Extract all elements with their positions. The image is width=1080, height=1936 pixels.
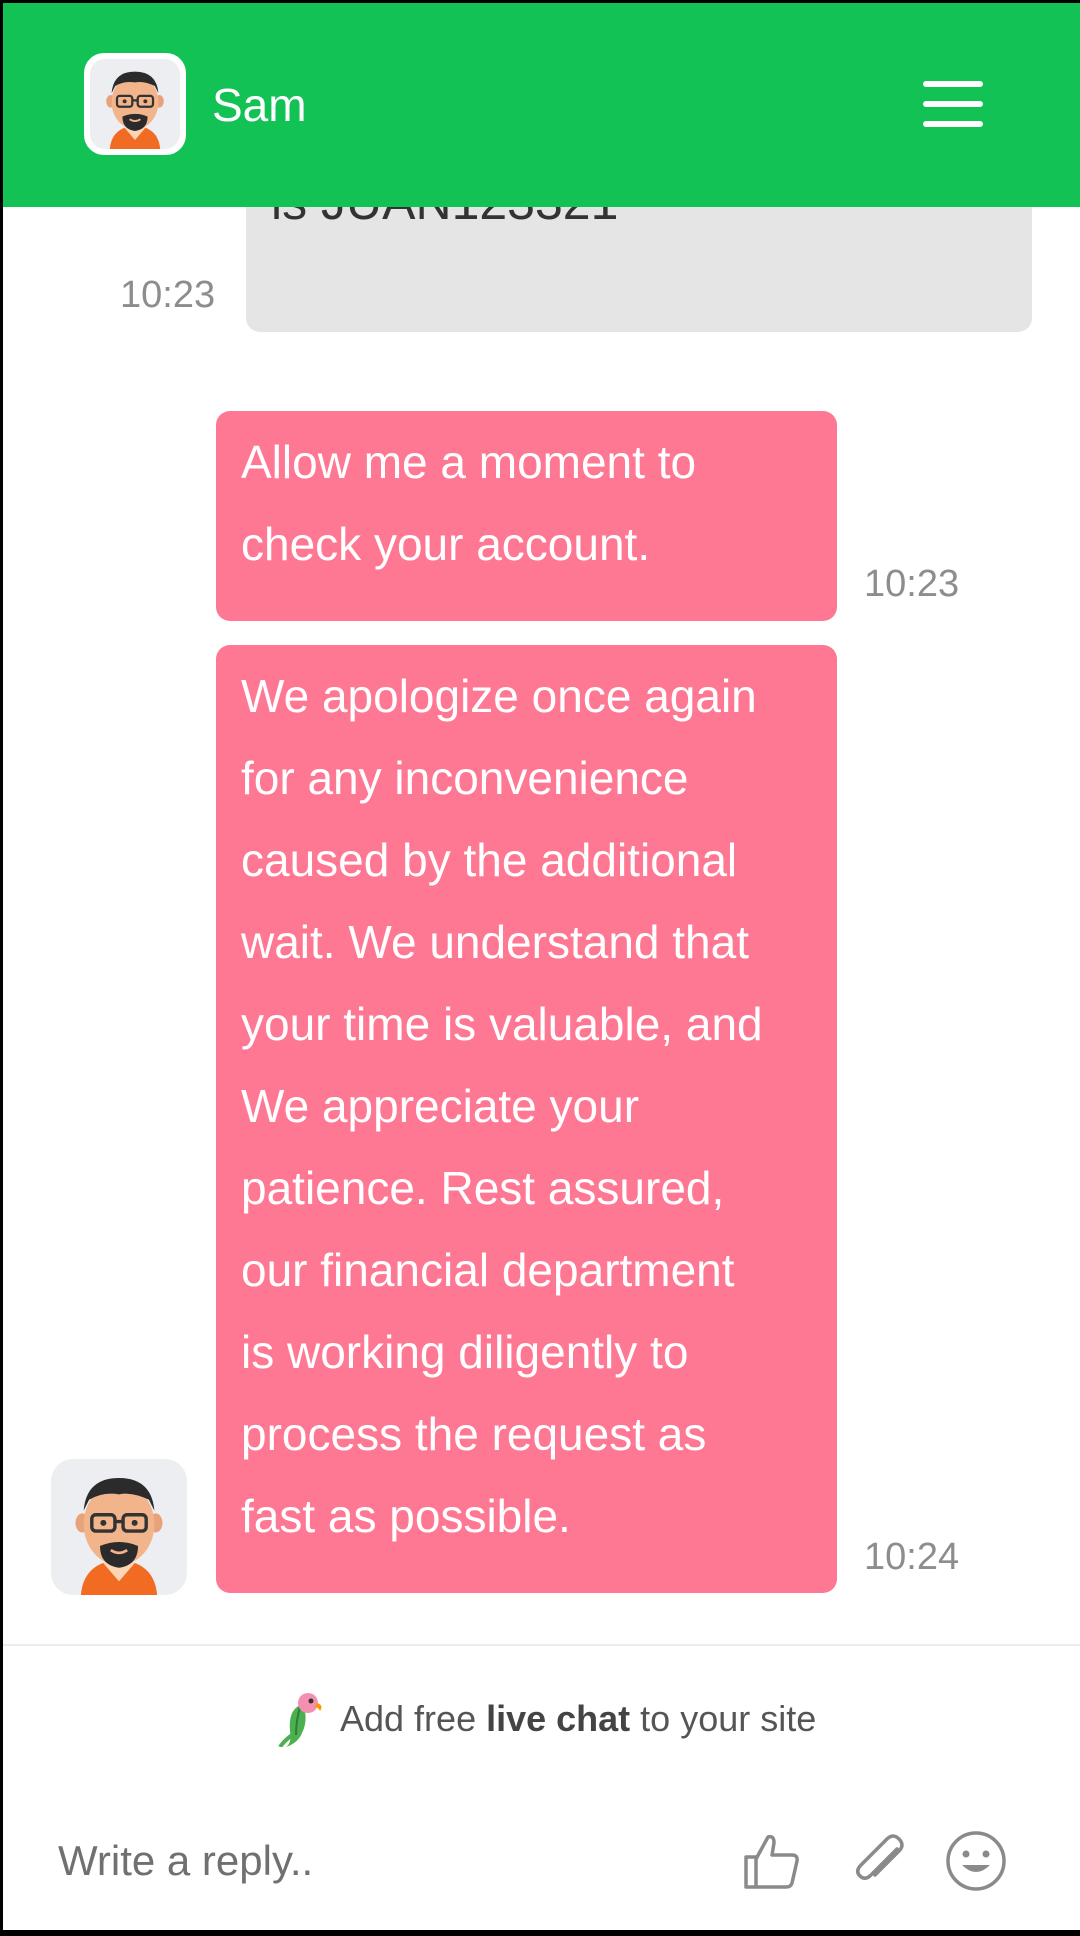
hamburger-menu-icon[interactable] [923, 81, 983, 127]
paperclip-icon[interactable] [847, 1829, 911, 1893]
emoji-icon[interactable] [944, 1829, 1008, 1893]
agent-avatar-icon [90, 59, 180, 149]
message-text: is JUAN123321 [271, 207, 618, 230]
agent-name: Sam [212, 79, 307, 131]
message-line: is working diligently to [241, 1326, 689, 1378]
message-line: our financial department [241, 1244, 735, 1296]
outgoing-message-bubble: Allow me a moment to check your account. [216, 411, 837, 621]
incoming-message-bubble: is JUAN123321 [246, 207, 1032, 332]
promo-bold: live chat [486, 1698, 631, 1739]
message-line: check your account. [241, 518, 651, 570]
message-line: caused by the additional [241, 834, 738, 886]
outgoing-message-bubble: We apologize once again for any inconven… [216, 645, 837, 1593]
divider [3, 1644, 1080, 1646]
thumbs-up-icon[interactable] [740, 1829, 804, 1893]
parrot-mascot-icon [278, 1693, 322, 1747]
message-timestamp: 10:23 [864, 563, 960, 605]
message-timestamp: 10:23 [120, 274, 216, 316]
live-chat-promo-link[interactable]: Add free live chat to your site [278, 1691, 816, 1747]
message-line: Allow me a moment to [241, 436, 697, 488]
message-line: patience. Rest assured, [241, 1162, 725, 1214]
reply-input[interactable] [58, 1831, 698, 1891]
chat-window: Sam is JUAN123321 10:23 Allow me a momen… [3, 3, 1080, 1930]
message-timestamp: 10:24 [864, 1536, 960, 1578]
message-list: is JUAN123321 10:23 Allow me a moment to… [3, 207, 1080, 1644]
message-line: We apologize once again [241, 670, 757, 722]
message-line: process the request as [241, 1408, 707, 1460]
message-line: We appreciate your [241, 1080, 640, 1132]
message-line: wait. We understand that [241, 916, 749, 968]
message-line: for any inconvenience [241, 752, 689, 804]
promo-prefix: Add free [340, 1698, 487, 1739]
message-line: fast as possible. [241, 1490, 571, 1542]
agent-avatar-icon [51, 1459, 187, 1595]
chat-header: Sam [3, 3, 1080, 207]
promo-suffix: to your site [630, 1698, 817, 1739]
agent-avatar [84, 53, 186, 155]
message-line: your time is valuable, and [241, 998, 763, 1050]
